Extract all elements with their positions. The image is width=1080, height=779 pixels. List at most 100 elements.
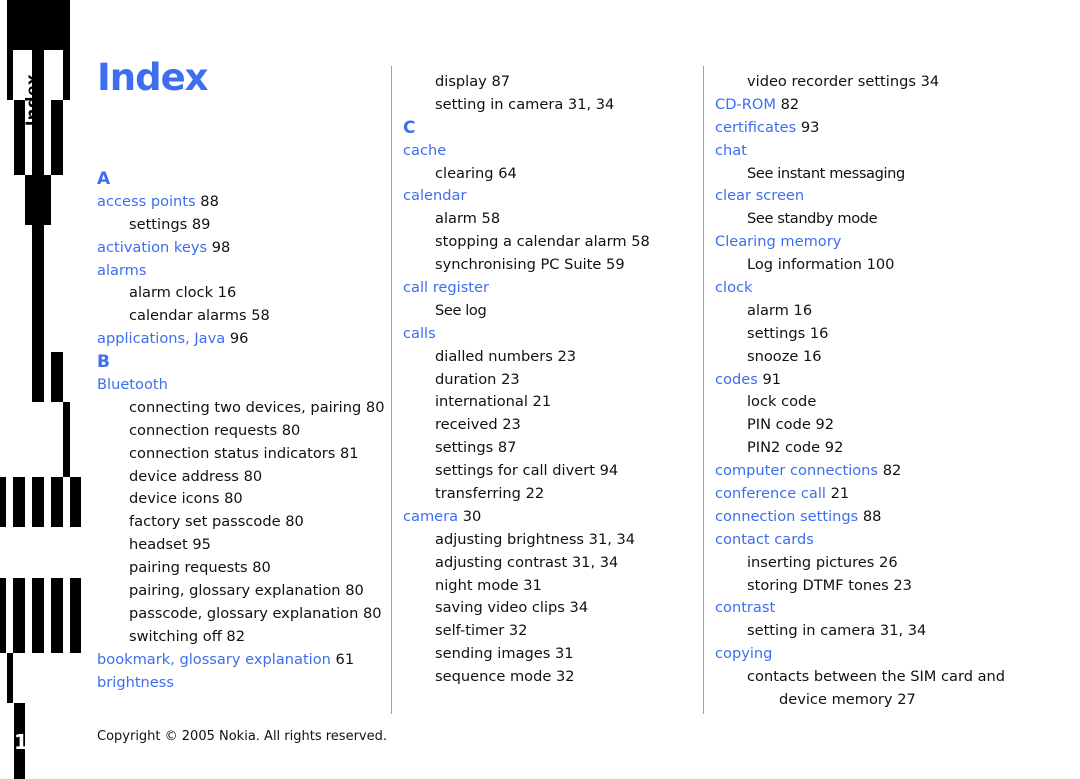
index-term[interactable]: contrast [715,597,1035,620]
page-reference[interactable]: 16 [218,284,237,301]
index-term[interactable]: brightness [97,672,382,695]
entry-text[interactable]: alarms [97,262,147,279]
page-reference[interactable]: 87 [491,73,510,90]
entry-text[interactable]: Bluetooth [97,376,168,393]
page-reference[interactable]: 23 [557,348,576,365]
entry-text[interactable]: activation keys [97,239,207,256]
index-term[interactable]: conference call 21 [715,483,1035,506]
page-reference[interactable]: 32 [509,622,528,639]
page-reference[interactable]: 21 [831,485,850,502]
index-term[interactable]: alarms [97,260,382,283]
page-reference[interactable]: 16 [803,348,822,365]
entry-text[interactable]: calls [403,325,436,342]
page-reference[interactable]: 80 [285,513,304,530]
entry-text[interactable]: clear screen [715,187,804,204]
page-reference[interactable]: 27 [897,691,916,708]
index-term[interactable]: computer connections 82 [715,460,1035,483]
page-reference[interactable]: 34 [570,599,589,616]
index-term[interactable]: chat [715,140,1035,163]
page-reference[interactable]: 22 [526,485,545,502]
page-reference[interactable]: 80 [345,582,364,599]
page-reference[interactable]: 64 [498,165,517,182]
page-reference[interactable]: 82 [883,462,902,479]
page-reference[interactable]: 80 [366,399,385,416]
page-reference[interactable]: 31, 34 [880,622,926,639]
page-reference[interactable]: 23 [501,371,520,388]
page-reference[interactable]: 58 [482,210,501,227]
entry-text[interactable]: camera [403,508,458,525]
index-term[interactable]: Clearing memory [715,231,1035,254]
page-reference[interactable]: 16 [810,325,829,342]
page-reference[interactable]: 59 [606,256,625,273]
index-term[interactable]: clock [715,277,1035,300]
index-term[interactable]: Bluetooth [97,374,382,397]
page-reference[interactable]: 92 [825,439,844,456]
index-term[interactable]: calls [403,323,693,346]
index-term[interactable]: connection settings 88 [715,506,1035,529]
page-reference[interactable]: 58 [631,233,650,250]
index-term[interactable]: calendar [403,185,693,208]
index-term[interactable]: applications, Java 96 [97,328,382,351]
entry-text[interactable]: cache [403,142,446,159]
page-reference[interactable]: 61 [336,651,355,668]
index-term[interactable]: contact cards [715,529,1035,552]
page-reference[interactable]: 82 [781,96,800,113]
page-reference[interactable]: 88 [200,193,219,210]
entry-text[interactable]: access points [97,193,196,210]
entry-text[interactable]: clock [715,279,752,296]
page-reference[interactable]: 82 [226,628,245,645]
page-reference[interactable]: 89 [192,216,211,233]
index-term[interactable]: camera 30 [403,506,693,529]
entry-text[interactable]: certificates [715,119,796,136]
page-reference[interactable]: 30 [463,508,482,525]
entry-text[interactable]: calendar [403,187,466,204]
entry-text[interactable]: call register [403,279,489,296]
page-reference[interactable]: 94 [600,462,619,479]
entry-text[interactable]: connection settings [715,508,858,525]
page-reference[interactable]: 58 [251,307,270,324]
index-term[interactable]: bookmark, glossary explanation 61 [97,649,382,672]
page-reference[interactable]: 80 [252,559,271,576]
index-term[interactable]: certificates 93 [715,117,1035,140]
index-term[interactable]: codes 91 [715,369,1035,392]
page-reference[interactable]: 93 [801,119,820,136]
page-reference[interactable]: 21 [533,393,552,410]
page-reference[interactable]: 81 [340,445,359,462]
page-reference[interactable]: 80 [244,468,263,485]
page-reference[interactable]: 32 [556,668,575,685]
page-reference[interactable]: 88 [863,508,882,525]
entry-text[interactable]: CD-ROM [715,96,776,113]
entry-text[interactable]: conference call [715,485,826,502]
entry-text[interactable]: brightness [97,674,174,691]
page-reference[interactable]: 96 [230,330,249,347]
entry-text[interactable]: Clearing memory [715,233,841,250]
page-reference[interactable]: 92 [816,416,835,433]
entry-text[interactable]: computer connections [715,462,878,479]
page-reference[interactable]: 34 [921,73,940,90]
page-reference[interactable]: 91 [762,371,781,388]
index-term[interactable]: call register [403,277,693,300]
index-term[interactable]: cache [403,140,693,163]
entry-text[interactable]: chat [715,142,747,159]
page-reference[interactable]: 31, 34 [589,531,635,548]
entry-text[interactable]: applications, Java [97,330,225,347]
page-reference[interactable]: 95 [192,536,211,553]
page-reference[interactable]: 26 [879,554,898,571]
page-reference[interactable]: 16 [794,302,813,319]
index-term[interactable]: access points 88 [97,191,382,214]
page-reference[interactable]: 31 [555,645,574,662]
entry-text[interactable]: copying [715,645,772,662]
entry-text[interactable]: contact cards [715,531,814,548]
page-reference[interactable]: 87 [498,439,517,456]
page-reference[interactable]: 98 [212,239,231,256]
page-reference[interactable]: 31, 34 [572,554,618,571]
page-reference[interactable]: 80 [363,605,382,622]
entry-text[interactable]: bookmark, glossary explanation [97,651,331,668]
index-term[interactable]: CD-ROM 82 [715,94,1035,117]
page-reference[interactable]: 23 [893,577,912,594]
page-reference[interactable]: 80 [224,490,243,507]
page-reference[interactable]: 23 [502,416,521,433]
index-term[interactable]: copying [715,643,1035,666]
index-term[interactable]: clear screen [715,185,1035,208]
entry-text[interactable]: codes [715,371,758,388]
